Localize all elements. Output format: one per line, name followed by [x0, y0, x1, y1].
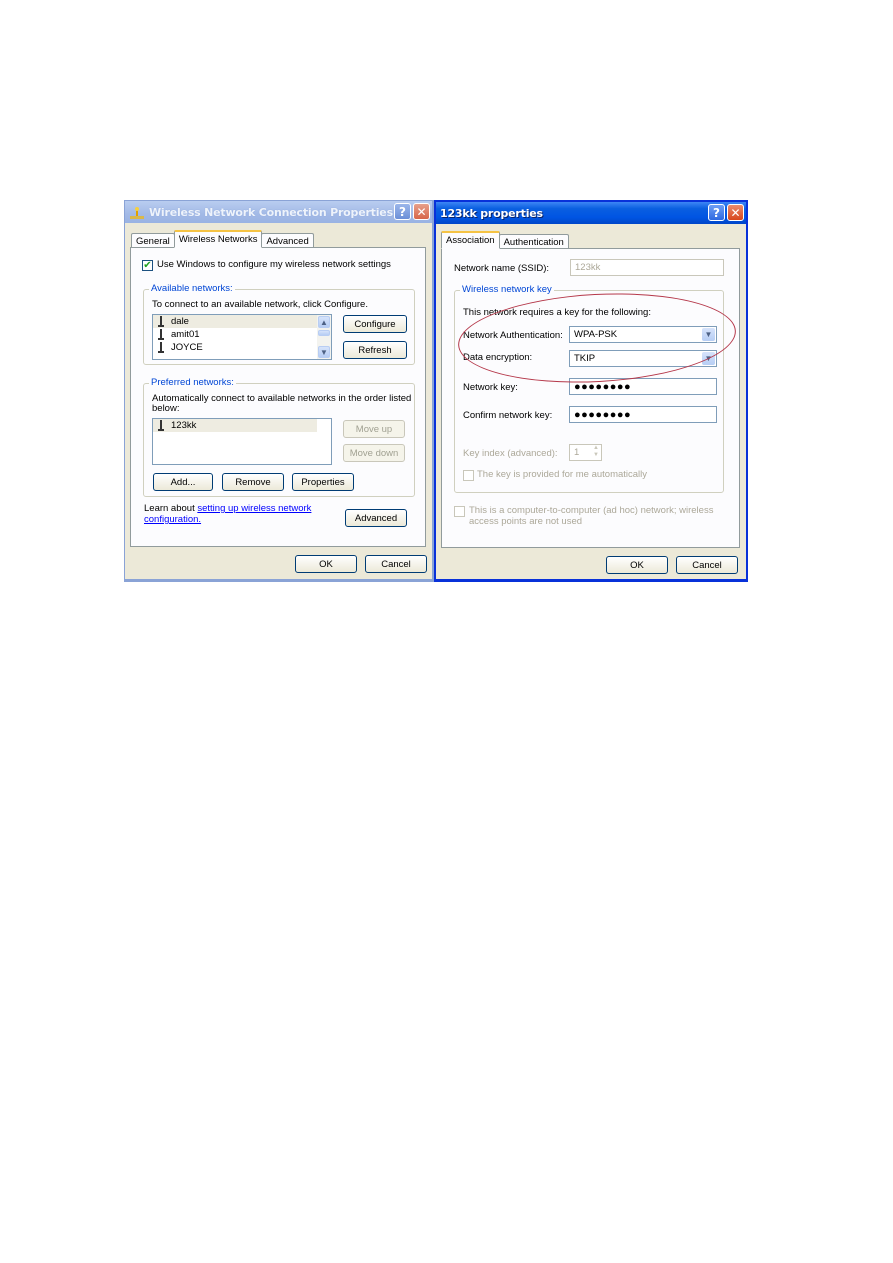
wireless-setup-link-continued[interactable]: configuration. — [144, 514, 201, 525]
auto-key-label: The key is provided for me automatically — [477, 469, 648, 480]
list-item[interactable]: dale — [153, 315, 317, 328]
scroll-thumb[interactable] — [318, 330, 330, 336]
tab-association[interactable]: Association — [441, 231, 500, 249]
antenna-icon — [157, 420, 165, 431]
network-key-label: Network key: — [463, 382, 518, 393]
configure-button[interactable]: Configure — [343, 315, 407, 333]
network-authentication-label: Network Authentication: — [463, 330, 563, 341]
list-item[interactable]: 123kk — [153, 419, 317, 432]
available-networks-group: Available networks: To connect to an ava… — [143, 283, 415, 365]
cancel-button[interactable]: Cancel — [365, 555, 427, 573]
auto-key-checkbox[interactable] — [463, 470, 474, 481]
close-button[interactable]: ✕ — [727, 204, 744, 221]
use-windows-label[interactable]: Use Windows to configure my wireless net… — [157, 259, 391, 270]
preferred-description-line1: Automatically connect to available netwo… — [152, 393, 412, 404]
ssid-field[interactable]: 123kk — [570, 259, 724, 276]
move-up-button[interactable]: Move up — [343, 420, 405, 438]
tab-strip: General Wireless Networks Advanced — [131, 230, 314, 248]
chevron-down-icon[interactable]: ▼ — [702, 328, 715, 341]
available-networks-description: To connect to an available network, clic… — [152, 299, 368, 310]
available-networks-legend: Available networks: — [149, 283, 235, 294]
preferred-networks-list[interactable]: 123kk — [152, 418, 332, 465]
title-bar[interactable]: 123kk properties ? ✕ — [436, 202, 746, 224]
preferred-description-line2: below: — [152, 403, 180, 414]
list-item[interactable]: amit01 — [153, 328, 331, 341]
wireless-key-group: Wireless network key This network requir… — [454, 284, 724, 493]
network-key-field[interactable]: ●●●●●●●● — [569, 378, 717, 395]
vertical-scrollbar[interactable]: ▲ ▼ — [317, 315, 331, 359]
wireless-key-legend: Wireless network key — [460, 284, 554, 295]
close-button[interactable]: ✕ — [413, 203, 430, 220]
data-encryption-select[interactable]: TKIP ▼ — [569, 350, 717, 367]
tab-strip: Association Authentication — [441, 231, 569, 249]
adhoc-label-line2: access points are not used — [469, 516, 583, 527]
ok-button[interactable]: OK — [295, 555, 357, 573]
wireless-connection-properties-dialog: Wireless Network Connection Properties ?… — [124, 200, 434, 582]
tab-general[interactable]: General — [131, 233, 175, 248]
chevron-down-icon[interactable]: ▼ — [702, 352, 715, 365]
title-bar[interactable]: Wireless Network Connection Properties ?… — [125, 201, 432, 223]
adhoc-label-line1: This is a computer-to-computer (ad hoc) … — [469, 505, 714, 516]
adhoc-checkbox[interactable] — [454, 506, 465, 517]
network-icon — [129, 204, 145, 220]
check-mark-icon: ✔ — [143, 259, 152, 271]
help-button[interactable]: ? — [708, 204, 725, 221]
move-down-button[interactable]: Move down — [343, 444, 405, 462]
data-encryption-label: Data encryption: — [463, 352, 533, 363]
help-button[interactable]: ? — [394, 203, 411, 220]
network-authentication-select[interactable]: WPA-PSK ▼ — [569, 326, 717, 343]
list-item[interactable]: JOYCE — [153, 341, 331, 354]
tab-wireless-networks[interactable]: Wireless Networks — [173, 230, 263, 248]
ok-button[interactable]: OK — [606, 556, 668, 574]
wireless-setup-link[interactable]: setting up wireless network — [197, 503, 311, 514]
add-button[interactable]: Add... — [153, 473, 213, 491]
tab-advanced[interactable]: Advanced — [261, 233, 314, 248]
key-index-label: Key index (advanced): — [463, 448, 558, 459]
confirm-key-label: Confirm network key: — [463, 410, 553, 421]
remove-button[interactable]: Remove — [222, 473, 284, 491]
key-index-spinner[interactable]: 1 ▲ ▼ — [569, 444, 602, 461]
dialog-title: Wireless Network Connection Properties — [149, 205, 393, 219]
use-windows-checkbox[interactable]: ✔ — [142, 260, 153, 271]
scroll-up-icon[interactable]: ▲ — [318, 316, 330, 328]
available-networks-list[interactable]: dale amit01 JOYCE ▲ ▼ — [152, 314, 332, 360]
antenna-icon — [157, 316, 165, 327]
spinner-arrows-icon[interactable]: ▲ ▼ — [593, 445, 599, 459]
learn-about-text: Learn about setting up wireless network — [144, 503, 312, 514]
antenna-icon — [157, 342, 165, 353]
tab-panel: ✔ Use Windows to configure my wireless n… — [130, 247, 426, 547]
antenna-icon — [157, 329, 165, 340]
dialog-title: 123kk properties — [440, 206, 543, 220]
preferred-networks-group: Preferred networks: Automatically connec… — [143, 377, 415, 497]
cancel-button[interactable]: Cancel — [676, 556, 738, 574]
scroll-down-icon[interactable]: ▼ — [318, 346, 330, 358]
tab-authentication[interactable]: Authentication — [498, 234, 569, 249]
refresh-button[interactable]: Refresh — [343, 341, 407, 359]
key-description: This network requires a key for the foll… — [463, 307, 651, 318]
confirm-key-field[interactable]: ●●●●●●●● — [569, 406, 717, 423]
advanced-button[interactable]: Advanced — [345, 509, 407, 527]
ssid-label: Network name (SSID): — [454, 263, 550, 274]
network-properties-dialog: 123kk properties ? ✕ Association Authent… — [434, 200, 748, 582]
properties-button[interactable]: Properties — [292, 473, 354, 491]
preferred-networks-legend: Preferred networks: — [149, 377, 236, 388]
tab-panel: Network name (SSID): 123kk Wireless netw… — [441, 248, 740, 548]
